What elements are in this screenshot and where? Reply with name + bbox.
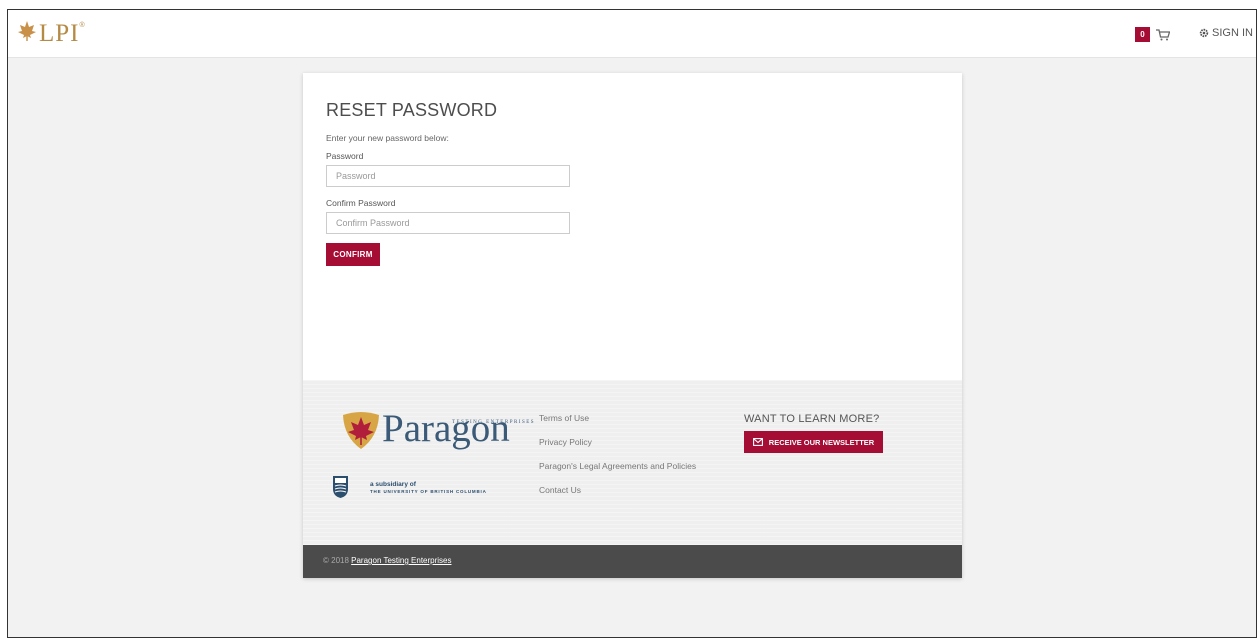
confirm-password-input[interactable] [326, 212, 570, 234]
lpi-logo[interactable]: LPI ® [17, 20, 85, 48]
contact-us-link[interactable]: Contact Us [539, 485, 696, 495]
paragon-shield-icon [343, 412, 379, 449]
newsletter-button[interactable]: RECEIVE OUR NEWSLETTER [744, 431, 883, 453]
newsletter-section: WANT TO LEARN MORE? RECEIVE OUR NEWSLETT… [744, 413, 883, 453]
confirm-button[interactable]: CONFIRM [326, 243, 380, 266]
ubc-subsidiary-text: a subsidiary of [370, 480, 416, 488]
instruction-text: Enter your new password below: [326, 133, 449, 143]
terms-of-use-link[interactable]: Terms of Use [539, 413, 696, 423]
password-input[interactable] [326, 165, 570, 187]
sign-in-link[interactable]: SIGN IN [1199, 27, 1253, 39]
cart[interactable]: 0 [1135, 27, 1170, 42]
privacy-policy-link[interactable]: Privacy Policy [539, 437, 696, 447]
confirm-password-label: Confirm Password [326, 198, 396, 208]
footer: Paragon TESTING ENTERPRISES a subsidiary… [303, 380, 962, 545]
footer-links: Terms of Use Privacy Policy Paragon's Le… [539, 413, 696, 509]
logo-registered-mark: ® [79, 22, 85, 29]
maple-leaf-icon [18, 21, 36, 41]
learn-more-heading: WANT TO LEARN MORE? [744, 413, 880, 425]
paragon-wordmark: Paragon [382, 407, 510, 450]
logo-text: LPI [39, 20, 80, 47]
ubc-subsidiary: a subsidiary of THE UNIVERSITY OF BRITIS… [332, 475, 487, 499]
copyright-text: © 2018 [323, 556, 352, 565]
sign-in-label: SIGN IN [1212, 27, 1253, 39]
paragon-tagline: TESTING ENTERPRISES [452, 420, 536, 425]
envelope-icon [752, 438, 763, 446]
cart-count-badge: 0 [1135, 27, 1150, 42]
reset-password-card: RESET PASSWORD Enter your new password b… [303, 73, 962, 578]
paragon-logo[interactable]: Paragon [340, 407, 510, 451]
password-label: Password [326, 151, 364, 161]
legal-agreements-link[interactable]: Paragon's Legal Agreements and Policies [539, 461, 696, 471]
newsletter-button-label: RECEIVE OUR NEWSLETTER [768, 437, 875, 447]
browser-frame: LPI ® 0 SIGN IN RESET PASSWORD Enter you… [7, 9, 1257, 638]
gear-icon [1199, 28, 1209, 38]
copyright-bar: © 2018 Paragon Testing Enterprises [303, 545, 962, 578]
top-navbar: LPI ® 0 SIGN IN [8, 10, 1256, 58]
copyright-link[interactable]: Paragon Testing Enterprises [351, 556, 451, 565]
cart-icon[interactable] [1156, 28, 1170, 41]
page-title: RESET PASSWORD [326, 100, 498, 120]
ubc-name-text: THE UNIVERSITY OF BRITISH COLUMBIA [370, 488, 487, 494]
ubc-crest-icon [333, 476, 348, 498]
